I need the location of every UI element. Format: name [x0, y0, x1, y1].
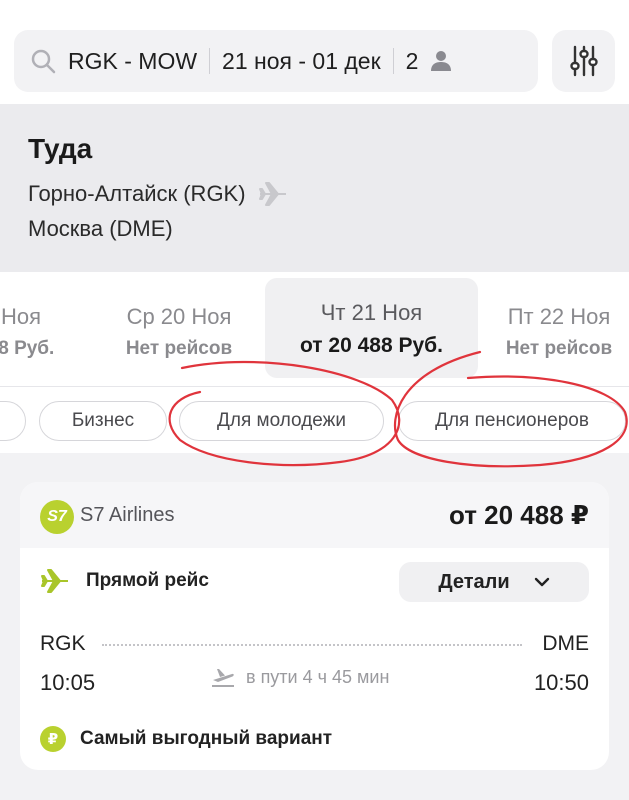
chip-youth[interactable]: Для молодежи — [179, 401, 384, 441]
details-button[interactable]: Детали — [399, 562, 589, 602]
duration-label: в пути 4 ч 45 мин — [246, 666, 390, 687]
date-carousel: Ноя 88 Руб. Ср 20 Ноя Нет рейсов Чт 21 Н… — [0, 272, 629, 386]
details-label: Детали — [438, 570, 510, 593]
chip-pensioners[interactable]: Для пенсионеров — [398, 401, 626, 441]
search-separator — [209, 48, 211, 74]
route-type-label: Прямой рейс — [86, 570, 209, 591]
search-route: RGK - MOW — [68, 47, 198, 74]
airline-logo: S7 — [40, 500, 74, 534]
date-price: Нет рейсов — [125, 338, 233, 359]
search-separator — [392, 48, 394, 74]
date-item[interactable]: Ноя 88 Руб. — [0, 282, 96, 378]
filter-sliders-icon — [569, 45, 598, 77]
date-price: Нет рейсов — [505, 338, 613, 359]
date-item[interactable]: Ср 20 Ноя Нет рейсов — [104, 282, 254, 378]
flight-price: от 20 488 ₽ — [448, 500, 589, 530]
date-price: 88 Руб. — [0, 338, 55, 359]
date-item[interactable]: Пт 22 Ноя Нет рейсов — [484, 282, 629, 378]
chip-business[interactable]: Бизнес — [39, 401, 167, 441]
flight-card[interactable]: S7 S7 Airlines от 20 488 ₽ Прямой рейс Д… — [20, 482, 609, 770]
plane-icon — [41, 569, 68, 593]
route-dotted-line — [102, 644, 522, 646]
origin-code: RGK — [40, 632, 86, 655]
destination-city: Москва (DME) — [28, 216, 173, 241]
date-label: Ср 20 Ноя — [126, 304, 232, 329]
route-type: Прямой рейс — [40, 568, 209, 594]
best-value-label: Самый выгодный вариант — [80, 728, 333, 749]
departure-time: 10:05 — [40, 670, 96, 695]
page-title: Туда — [28, 133, 93, 164]
fare-filter-chips: Бизнес Для молодежи Для пенсионеров — [0, 387, 629, 453]
date-label: Чт 21 Ноя — [320, 300, 423, 325]
search-icon — [31, 49, 56, 74]
search-field[interactable]: RGK - MOW 21 ноя - 01 дек 2 — [14, 30, 538, 92]
airline-name: S7 Airlines — [80, 504, 175, 526]
chip-partial[interactable] — [0, 401, 26, 441]
arrival-time: 10:50 — [533, 670, 589, 695]
chevron-down-icon — [534, 577, 549, 587]
destination-code: DME — [542, 632, 589, 655]
top-bar: RGK - MOW 21 ноя - 01 дек 2 — [0, 0, 629, 104]
date-price: от 20 488 Руб. — [300, 334, 443, 357]
date-label: Ноя — [0, 304, 42, 329]
passenger-icon — [431, 51, 452, 71]
plane-icon — [258, 182, 286, 206]
date-label: Пт 22 Ноя — [507, 304, 611, 329]
best-value-badge: ₽ Самый выгодный вариант — [40, 726, 332, 752]
filter-button[interactable] — [552, 30, 615, 92]
flight-duration: в пути 4 ч 45 мин — [210, 666, 389, 688]
search-passengers: 2 — [405, 47, 419, 74]
takeoff-icon — [212, 669, 234, 687]
ruble-icon: ₽ — [40, 726, 66, 752]
origin-city: Горно-Алтайск (RGK) — [28, 181, 246, 206]
date-item-selected[interactable]: Чт 21 Ноя от 20 488 Руб. — [265, 278, 478, 378]
search-dates: 21 ноя - 01 дек — [222, 47, 381, 74]
origin-row: Горно-Алтайск (RGK) — [28, 181, 288, 207]
